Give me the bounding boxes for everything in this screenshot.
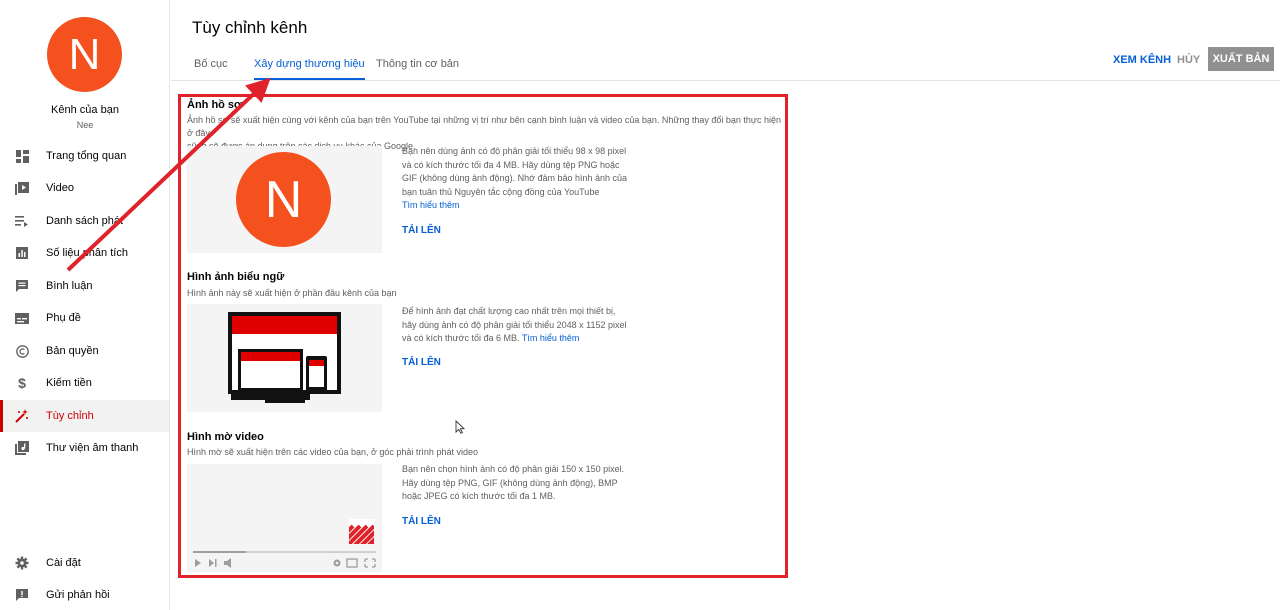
sidebar-item-customization[interactable]: Tùy chỉnh (0, 400, 169, 432)
banner-info-text: Để hình ảnh đạt chất lượng cao nhất trên… (402, 306, 627, 343)
watermark-desc: Hình mờ sẽ xuất hiện trên các video của … (187, 447, 478, 457)
playlist-icon (15, 214, 29, 228)
sidebar-item-analytics[interactable]: Số liệu phân tích (0, 237, 169, 269)
banner-upload-button[interactable]: TẢI LÊN (402, 357, 441, 368)
sidebar-item-label: Kiếm tiền (46, 377, 92, 389)
banner-learn-more-link[interactable]: Tìm hiểu thêm (522, 333, 580, 343)
sidebar-item-audio-library[interactable]: Thư viện âm thanh (0, 432, 169, 464)
sidebar-item-video[interactable]: Video (0, 172, 169, 204)
channel-handle: Nee (76, 120, 94, 130)
sidebar-item-label: Video (46, 182, 74, 194)
banner-title: Hình ảnh biểu ngữ (187, 271, 285, 283)
sidebar: N Kênh của bạn Nee Trang tổng quan Video… (0, 0, 170, 610)
profile-picture-info: Bạn nên dùng ảnh có độ phân giải tối thi… (402, 145, 632, 213)
dollar-icon: $ (18, 375, 26, 391)
app-root: N Kênh của bạn Nee Trang tổng quan Video… (0, 0, 1280, 610)
gear-icon (15, 556, 29, 570)
page-title: Tùy chỉnh kênh (192, 18, 308, 37)
channel-avatar[interactable]: N (47, 17, 122, 92)
profile-learn-more-link[interactable]: Tìm hiểu thêm (402, 200, 460, 210)
watermark-preview (187, 464, 382, 572)
sidebar-item-playlists[interactable]: Danh sách phát (0, 205, 169, 237)
sidebar-item-label: Phụ đề (46, 312, 81, 324)
watermark-title: Hình mờ video (187, 431, 264, 443)
subtitles-icon (15, 311, 29, 325)
sidebar-item-label: Cài đặt (46, 557, 81, 569)
view-channel-button[interactable]: XEM KÊNH (1113, 54, 1171, 66)
profile-picture-desc-line1: Ảnh hồ sơ sẽ xuất hiện cùng với kênh của… (187, 115, 781, 138)
banner-preview (187, 304, 382, 412)
sidebar-item-monetization[interactable]: $ Kiếm tiền (0, 367, 169, 399)
copyright-icon (15, 344, 29, 358)
watermark-stripes-icon (349, 519, 374, 544)
sidebar-item-label: Danh sách phát (46, 215, 124, 227)
dashboard-icon (15, 149, 29, 163)
video-player-illustration (193, 519, 376, 568)
tab-branding[interactable]: Xây dựng thương hiệu (254, 58, 365, 80)
publish-button[interactable]: XUẤT BẢN (1208, 47, 1274, 71)
channel-name: Kênh của bạn (51, 104, 119, 116)
sidebar-item-label: Số liệu phân tích (46, 247, 128, 259)
profile-picture-title: Ảnh hồ sơ (187, 99, 242, 111)
sidebar-item-label: Tùy chỉnh (46, 410, 94, 422)
devices-illustration (228, 312, 341, 403)
tab-layout[interactable]: Bố cục (194, 58, 228, 80)
feedback-icon (15, 588, 29, 602)
tab-basic-info[interactable]: Thông tin cơ bản (376, 58, 459, 80)
banner-desc: Hình ảnh này sẽ xuất hiện ở phần đầu kên… (187, 288, 397, 298)
sidebar-item-label: Bình luận (46, 280, 93, 292)
sidebar-item-label: Bản quyền (46, 345, 99, 357)
sidebar-item-copyright[interactable]: Bản quyền (0, 335, 169, 367)
watermark-info: Bạn nên chọn hình ảnh có độ phân giải 15… (402, 464, 625, 501)
sidebar-item-comments[interactable]: Bình luận (0, 270, 169, 302)
sidebar-item-subtitles[interactable]: Phụ đề (0, 302, 169, 334)
analytics-icon (15, 246, 29, 260)
sidebar-item-label: Gửi phản hồi (46, 589, 110, 601)
sidebar-item-label: Trang tổng quan (46, 150, 127, 162)
sidebar-item-dashboard[interactable]: Trang tổng quan (0, 140, 169, 172)
mouse-cursor-icon (455, 419, 466, 439)
banner-info: Để hình ảnh đạt chất lượng cao nhất trên… (402, 305, 632, 346)
watermark-upload-button[interactable]: TẢI LÊN (402, 516, 441, 527)
profile-picture-info-text: Bạn nên dùng ảnh có độ phân giải tối thi… (402, 146, 628, 197)
sidebar-item-settings[interactable]: Cài đặt (0, 547, 169, 579)
sidebar-item-feedback[interactable]: Gửi phản hồi (0, 579, 169, 610)
magic-wand-icon (15, 409, 29, 423)
profile-avatar-preview: N (236, 152, 331, 247)
profile-upload-button[interactable]: TẢI LÊN (402, 225, 441, 236)
audio-library-icon (15, 441, 29, 455)
header-divider (171, 80, 1280, 81)
cancel-button[interactable]: HỦY (1177, 54, 1200, 66)
comments-icon (15, 279, 29, 293)
sidebar-item-label: Thư viện âm thanh (46, 442, 139, 454)
video-icon (15, 181, 29, 195)
